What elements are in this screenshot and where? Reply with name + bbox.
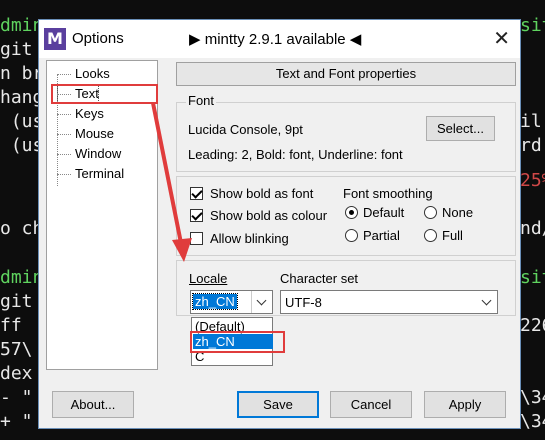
annotation-arrow (151, 102, 192, 262)
annotation-arrow-head (172, 238, 192, 262)
annotation-arrow-shaft (151, 102, 184, 249)
